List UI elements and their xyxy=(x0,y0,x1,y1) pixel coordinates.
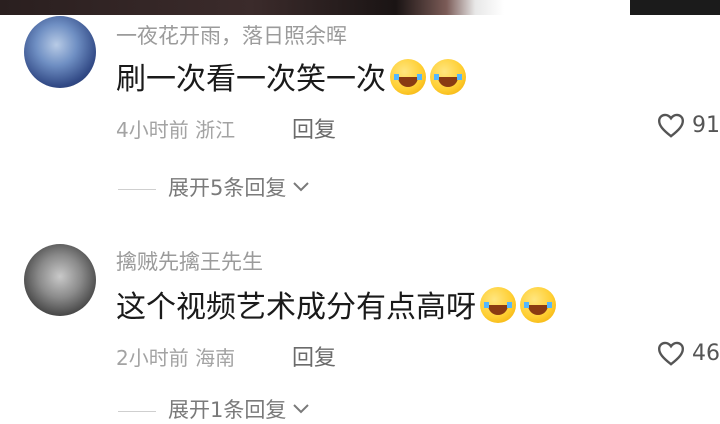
video-player-strip[interactable] xyxy=(0,0,720,15)
laughing-emoji-icon xyxy=(430,59,466,95)
comment-username[interactable]: 擒贼先擒王先生 xyxy=(116,246,263,276)
comment-meta: 4小时前 浙江 xyxy=(116,114,235,143)
comment-time: 2小时前 xyxy=(116,346,189,370)
like-count: 46 xyxy=(692,341,720,366)
expand-replies-label: 展开1条回复 xyxy=(168,398,287,422)
comment-text: 这个视频艺术成分有点高呀 xyxy=(116,282,556,326)
chevron-down-icon xyxy=(292,396,310,420)
comment-location: 浙江 xyxy=(195,118,236,142)
comment-meta: 2小时前 海南 xyxy=(116,342,235,371)
heart-outline-icon xyxy=(657,341,685,366)
video-dark-region xyxy=(630,0,720,15)
comment-text: 刷一次看一次笑一次 xyxy=(116,54,466,98)
comment-text-body: 这个视频艺术成分有点高呀 xyxy=(116,290,476,325)
divider-line xyxy=(118,188,156,190)
expand-replies-button[interactable]: 展开1条回复 xyxy=(118,394,310,424)
comment-time: 4小时前 xyxy=(116,118,189,142)
like-button[interactable]: 91 xyxy=(656,112,720,138)
laughing-emoji-icon xyxy=(390,59,426,95)
expand-replies-label: 展开5条回复 xyxy=(168,176,287,200)
reply-button[interactable]: 回复 xyxy=(292,340,336,372)
heart-outline-icon xyxy=(657,113,685,138)
comment-username[interactable]: 一夜花开雨，落日照余晖 xyxy=(116,20,347,50)
laughing-emoji-icon xyxy=(480,287,516,323)
like-button[interactable]: 46 xyxy=(656,340,720,366)
laughing-emoji-icon xyxy=(520,287,556,323)
like-count: 91 xyxy=(692,113,720,138)
comment-location: 海南 xyxy=(195,346,236,370)
avatar[interactable] xyxy=(24,244,96,316)
reply-button[interactable]: 回复 xyxy=(292,112,336,144)
avatar[interactable] xyxy=(24,16,96,88)
comment-text-body: 刷一次看一次笑一次 xyxy=(116,62,386,97)
expand-replies-button[interactable]: 展开5条回复 xyxy=(118,172,310,202)
divider-line xyxy=(118,410,156,412)
chevron-down-icon xyxy=(292,174,310,198)
